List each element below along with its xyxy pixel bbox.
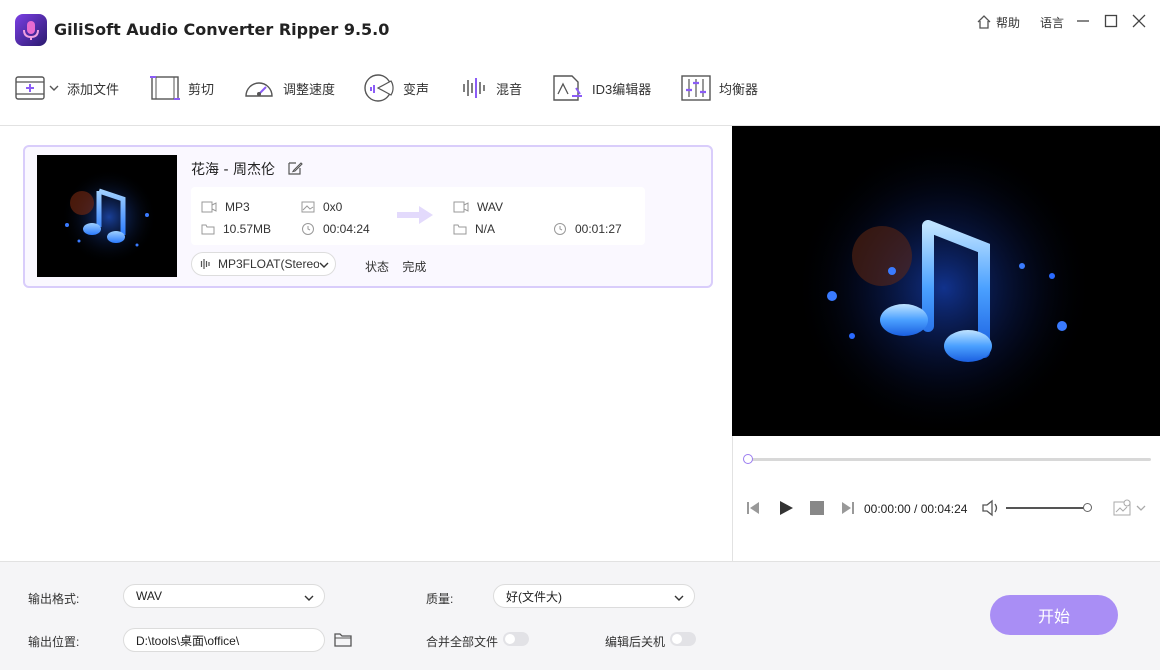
target-size: N/A — [453, 222, 495, 236]
output-format-label: 输出格式: — [28, 592, 80, 606]
output-location-input[interactable]: D:\tools\桌面\office\ — [123, 628, 325, 652]
stop-icon[interactable] — [809, 500, 825, 519]
id3-editor-icon — [552, 74, 584, 102]
file-item[interactable]: 花海 - 周杰伦 MP3 0x0 10.57MB 00:04:24 WAV N/… — [23, 145, 713, 288]
folder-icon — [453, 223, 467, 235]
help-label: 帮助 — [996, 15, 1021, 30]
add-file-button[interactable]: 添加文件 — [15, 68, 119, 108]
chevron-down-icon — [674, 591, 684, 605]
app-title: GiliSoft Audio Converter Ripper 9.5.0 — [54, 20, 390, 39]
chevron-down-icon[interactable] — [49, 84, 59, 92]
toolbar: 添加文件 剪切 调整速度 变声 混音 ID3编辑器 均衡器 — [0, 62, 1160, 114]
folder-icon[interactable] — [334, 632, 352, 651]
film-add-icon — [15, 75, 45, 101]
preview-pane — [732, 126, 1160, 436]
add-file-label: 添加文件 — [67, 81, 120, 97]
language-label: 语言 — [1040, 15, 1065, 30]
start-button[interactable]: 开始 — [990, 595, 1118, 635]
source-duration: 00:04:24 — [301, 222, 370, 236]
speed-button[interactable]: 调整速度 — [243, 68, 335, 108]
video-icon — [201, 201, 217, 213]
shutdown-label: 编辑后关机 — [605, 635, 666, 649]
close-button[interactable] — [1130, 12, 1148, 30]
previous-frame-icon[interactable] — [745, 500, 761, 519]
equalizer-icon — [681, 74, 711, 102]
speed-label: 调整速度 — [283, 81, 336, 97]
audio-track-label: MP3FLOAT(Stereo) — [218, 257, 319, 271]
source-format: MP3 — [201, 200, 250, 214]
output-format-select[interactable]: WAV — [123, 584, 325, 608]
language-button[interactable]: 语言 — [1040, 12, 1064, 32]
waveform-icon — [198, 258, 212, 270]
time-readout: 00:00:00 / 00:04:24 — [864, 502, 968, 516]
clock-icon — [553, 222, 567, 236]
app-logo — [15, 14, 47, 46]
next-frame-icon[interactable] — [840, 500, 856, 519]
output-settings — [0, 561, 1160, 670]
file-name: 花海 - 周杰伦 — [191, 159, 304, 179]
merge-all-label: 合并全部文件 — [426, 635, 499, 649]
merge-all-toggle[interactable] — [503, 632, 529, 646]
conversion-info: MP3 0x0 10.57MB 00:04:24 WAV N/A 00:01:2… — [191, 187, 645, 245]
source-size: 10.57MB — [201, 222, 271, 236]
cut-icon — [150, 74, 180, 102]
music-note-thumbnail — [37, 155, 177, 277]
id3-editor-button[interactable]: ID3编辑器 — [552, 68, 651, 108]
clock-icon — [301, 222, 315, 236]
minimize-button[interactable] — [1074, 12, 1092, 30]
target-format: WAV — [453, 200, 503, 214]
play-icon[interactable] — [777, 499, 795, 520]
arrow-right-icon — [395, 204, 435, 229]
video-icon — [453, 201, 469, 213]
home-icon — [976, 14, 992, 30]
folder-icon — [201, 223, 215, 235]
edit-icon[interactable] — [287, 160, 304, 176]
volume-icon[interactable] — [981, 499, 1001, 520]
maximize-button[interactable] — [1102, 12, 1120, 30]
seek-bar[interactable] — [747, 458, 1151, 461]
mix-button[interactable]: 混音 — [458, 68, 522, 108]
shutdown-toggle[interactable] — [670, 632, 696, 646]
equalizer-label: 均衡器 — [719, 81, 759, 97]
title-bar: GiliSoft Audio Converter Ripper 9.5.0 帮助… — [0, 0, 1160, 58]
id3-editor-label: ID3编辑器 — [592, 81, 652, 97]
source-resolution: 0x0 — [301, 200, 342, 214]
waveform-icon — [458, 75, 488, 101]
chevron-down-icon — [319, 261, 329, 269]
player-controls: 00:00:00 / 00:04:24 — [732, 436, 1160, 561]
chevron-down-icon — [304, 591, 314, 605]
chevron-down-icon — [1136, 505, 1146, 511]
voice-change-button[interactable]: 变声 — [363, 68, 429, 108]
voice-change-label: 变声 — [403, 81, 430, 97]
voice-change-icon — [363, 73, 395, 103]
volume-handle[interactable] — [1083, 503, 1092, 512]
target-duration: 00:01:27 — [553, 222, 622, 236]
output-location-label: 输出位置: — [28, 635, 80, 649]
quality-label: 质量: — [426, 592, 454, 606]
image-icon — [301, 201, 315, 213]
cut-button[interactable]: 剪切 — [150, 68, 214, 108]
cut-label: 剪切 — [188, 81, 215, 97]
audio-track-select[interactable]: MP3FLOAT(Stereo) — [191, 252, 336, 276]
seek-handle[interactable] — [743, 454, 753, 464]
snapshot-icon[interactable] — [1113, 499, 1146, 517]
status-text: 状态 完成 — [365, 260, 427, 274]
speedometer-icon — [243, 74, 275, 102]
quality-select[interactable]: 好(文件大) — [493, 584, 695, 608]
equalizer-button[interactable]: 均衡器 — [681, 68, 758, 108]
music-note-artwork — [732, 126, 1160, 436]
volume-slider[interactable] — [1006, 507, 1086, 509]
mix-label: 混音 — [496, 81, 523, 97]
help-button[interactable]: 帮助 — [976, 12, 1020, 32]
